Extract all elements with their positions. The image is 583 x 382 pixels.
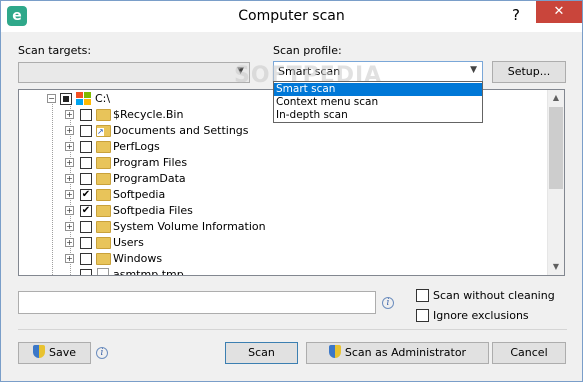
scan-as-administrator-button[interactable]: Scan as Administrator [306,342,489,364]
expand-icon[interactable]: + [65,190,74,199]
info-icon[interactable]: i [382,297,394,309]
tree-item-label: asmtmp.tmp [113,268,184,276]
save-button[interactable]: Save [18,342,91,364]
profile-option-in-depth-scan[interactable]: In-depth scan [274,109,482,122]
tree-checkbox[interactable] [80,173,92,185]
tree-row[interactable]: asmtmp.tmp [19,267,549,276]
tree-checkbox[interactable] [80,125,92,137]
tree-row[interactable]: + Users [19,235,549,251]
tree-row[interactable]: + System Volume Information [19,219,549,235]
tree-item-label: Users [113,236,144,249]
tree-item-label: Softpedia Files [113,204,193,217]
scan-as-administrator-label: Scan as Administrator [344,346,467,359]
computer-scan-window: e Computer scan ? ✕ Scan targets: ▼ SOFT… [0,0,583,382]
help-button[interactable]: ? [506,5,526,25]
chevron-down-icon: ▼ [237,66,244,76]
tree-checkbox[interactable] [60,93,72,105]
folder-icon [96,109,111,121]
tree-row[interactable]: + Documents and Settings [19,123,549,139]
folder-shortcut-icon [96,125,111,137]
profile-option-context-menu-scan[interactable]: Context menu scan [274,96,482,109]
tree-row[interactable]: + ✔ Softpedia [19,187,549,203]
tree-row[interactable]: + ProgramData [19,171,549,187]
scroll-up-arrow-icon[interactable]: ▲ [548,90,564,106]
tree-item-label: Softpedia [113,188,166,201]
scan-without-cleaning-checkbox[interactable] [416,289,429,302]
ignore-exclusions-label: Ignore exclusions [433,309,529,322]
tree-checkbox[interactable] [80,221,92,233]
folder-icon [96,253,111,265]
expand-icon[interactable]: + [65,110,74,119]
scan-profile-value: Smart scan [278,65,341,78]
profile-option-smart-scan[interactable]: Smart scan [274,83,482,96]
ignore-exclusions-checkbox[interactable] [416,309,429,322]
tree-item-label: System Volume Information [113,220,266,233]
tree-checkbox[interactable] [80,157,92,169]
tree-scrollbar[interactable]: ▲ ▼ [547,90,564,275]
scan-profile-label: Scan profile: [273,44,342,57]
uac-shield-icon [328,345,341,358]
tree-checkbox-checked[interactable]: ✔ [80,205,92,217]
cancel-button[interactable]: Cancel [492,342,566,364]
tree-item-label: Program Files [113,156,188,169]
close-button[interactable]: ✕ [536,1,582,23]
file-icon [97,268,109,275]
folder-icon [96,221,111,233]
scan-profile-select[interactable]: Smart scan ▼ [273,61,483,82]
uac-shield-icon [32,345,45,358]
folder-icon [96,141,111,153]
window-title: Computer scan [238,8,345,24]
info-icon[interactable]: i [96,347,108,359]
title-bar: e Computer scan ? ✕ [1,1,582,32]
tree-checkbox[interactable] [80,253,92,265]
expand-icon[interactable]: + [65,222,74,231]
scan-without-cleaning-label: Scan without cleaning [433,289,555,302]
expand-icon[interactable]: + [65,126,74,135]
tree-root-label: C:\ [95,92,111,105]
tree-row[interactable]: + Program Files [19,155,549,171]
expand-icon[interactable]: + [65,254,74,263]
scrollbar-thumb[interactable] [549,107,563,189]
collapse-icon[interactable]: − [47,94,56,103]
tree-checkbox[interactable] [80,141,92,153]
tree-item-label: ProgramData [113,172,186,185]
folder-icon [96,157,111,169]
chevron-down-icon: ▼ [470,65,477,75]
tree-item-label: PerfLogs [113,140,160,153]
tree-item-label: Documents and Settings [113,124,249,137]
expand-icon[interactable]: + [65,158,74,167]
scan-path-input[interactable] [18,291,376,314]
expand-icon[interactable]: + [65,206,74,215]
tree-checkbox[interactable] [80,269,92,275]
scan-targets-select[interactable]: ▼ [18,62,250,83]
scan-targets-label: Scan targets: [18,44,92,57]
tree-checkbox[interactable] [80,109,92,121]
expand-icon[interactable]: + [65,238,74,247]
divider [18,329,567,330]
tree-checkbox[interactable] [80,237,92,249]
tree-item-label: Windows [113,252,163,265]
folder-icon [96,173,111,185]
tree-row[interactable]: + ✔ Softpedia Files [19,203,549,219]
setup-button[interactable]: Setup... [492,61,566,83]
tree-row[interactable]: + Windows [19,251,549,267]
save-button-label: Save [48,346,76,359]
expand-icon[interactable]: + [65,174,74,183]
drive-icon [76,92,92,106]
expand-icon[interactable]: + [65,142,74,151]
tree-row[interactable]: + PerfLogs [19,139,549,155]
tree-checkbox-checked[interactable]: ✔ [80,189,92,201]
scroll-down-arrow-icon[interactable]: ▼ [548,259,564,275]
scan-button[interactable]: Scan [225,342,298,364]
folder-icon [96,189,111,201]
tree-item-label: $Recycle.Bin [113,108,184,121]
folder-icon [96,237,111,249]
folder-icon [96,205,111,217]
scan-profile-dropdown: Smart scan Context menu scan In-depth sc… [273,81,483,123]
